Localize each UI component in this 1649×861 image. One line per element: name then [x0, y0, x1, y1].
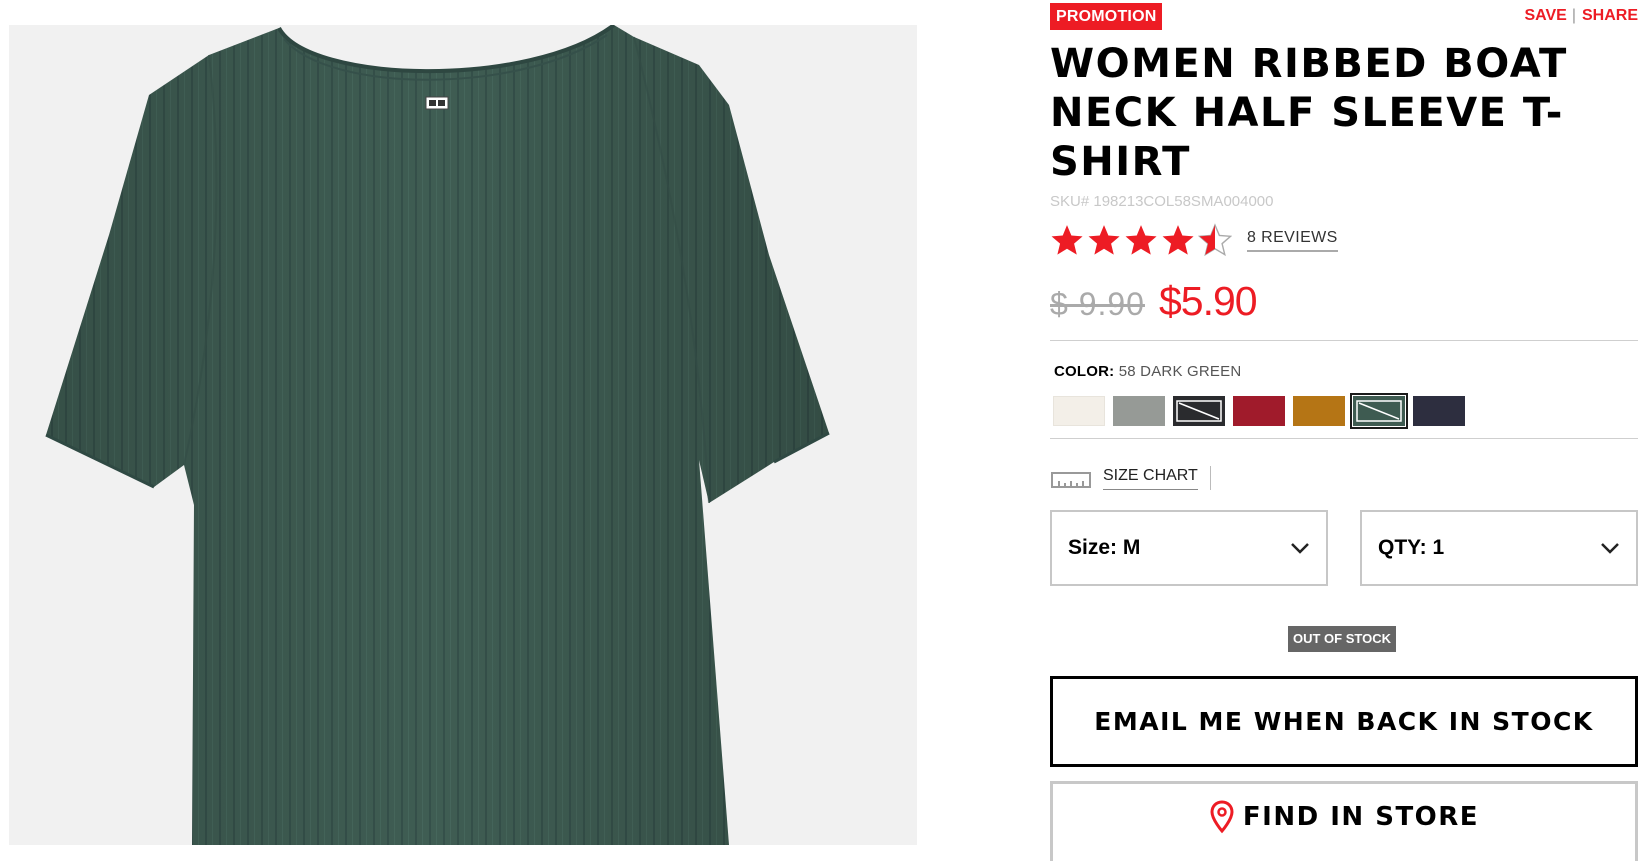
- chevron-down-icon: [1601, 543, 1619, 554]
- color-swatch[interactable]: [1113, 396, 1165, 426]
- t-shirt-image: [45, 25, 830, 845]
- star-icon: [1125, 225, 1157, 255]
- color-swatch[interactable]: [1413, 396, 1465, 426]
- unavailable-slash-icon: [1356, 400, 1402, 422]
- star-icon: [1162, 225, 1194, 255]
- share-link[interactable]: SHARE: [1582, 7, 1638, 24]
- size-select-value: Size: M: [1068, 536, 1141, 559]
- save-link[interactable]: SAVE: [1524, 7, 1566, 24]
- sale-price: $5.90: [1158, 278, 1258, 324]
- location-pin-icon: [1210, 799, 1234, 833]
- color-label: COLOR: 58 DARK GREEN: [1054, 363, 1241, 380]
- color-swatch[interactable]: [1233, 396, 1285, 426]
- color-heading: COLOR:: [1054, 363, 1115, 380]
- size-chart-link[interactable]: SIZE CHART: [1103, 467, 1198, 490]
- size-chart[interactable]: SIZE CHART: [1051, 466, 1211, 490]
- color-swatch[interactable]: [1053, 396, 1105, 426]
- divider: [1050, 340, 1638, 341]
- out-of-stock-badge: OUT OF STOCK: [1288, 626, 1396, 652]
- star-icon: [1088, 225, 1120, 255]
- divider: [1050, 438, 1638, 439]
- product-info: PROMOTION SAVE | SHARE WOMEN RIBBED BOAT N…: [1050, 0, 1638, 861]
- email-back-in-stock-button[interactable]: EMAIL ME WHEN BACK IN STOCK: [1050, 676, 1638, 767]
- size-select[interactable]: Size: M: [1050, 510, 1328, 586]
- find-in-store-button[interactable]: FIND IN STORE: [1050, 781, 1638, 861]
- sku-number: SKU# 198213COL58SMA004000: [1050, 193, 1274, 210]
- color-swatch[interactable]: [1350, 393, 1408, 429]
- color-swatches: [1053, 393, 1473, 429]
- qty-select[interactable]: QTY: 1: [1360, 510, 1638, 586]
- promotion-badge: PROMOTION: [1050, 3, 1163, 30]
- price: $ 9.90 $5.90: [1050, 278, 1258, 328]
- reviews-link[interactable]: 8 REVIEWS: [1247, 229, 1338, 252]
- original-price: $ 9.90: [1050, 286, 1145, 322]
- save-share-bar: SAVE | SHARE: [1524, 7, 1638, 25]
- ruler-icon: [1051, 472, 1091, 488]
- color-value: 58 DARK GREEN: [1118, 363, 1242, 380]
- qty-select-value: QTY: 1: [1378, 536, 1445, 559]
- find-in-store-label: FIND IN STORE: [1242, 801, 1480, 832]
- separator: [1209, 466, 1211, 490]
- star-icon: [1051, 225, 1083, 255]
- product-image[interactable]: [9, 25, 917, 845]
- chevron-down-icon: [1291, 543, 1309, 554]
- separator: |: [1571, 7, 1576, 24]
- product-title: WOMEN RIBBED BOAT NECK HALF SLEEVE T-SHI…: [1050, 41, 1568, 185]
- half-star-icon: [1198, 223, 1232, 257]
- rating: 8 REVIEWS: [1050, 222, 1338, 258]
- color-swatch[interactable]: [1173, 396, 1225, 426]
- color-swatch[interactable]: [1293, 396, 1345, 426]
- rating-stars: [1050, 223, 1235, 257]
- unavailable-slash-icon: [1176, 400, 1222, 422]
